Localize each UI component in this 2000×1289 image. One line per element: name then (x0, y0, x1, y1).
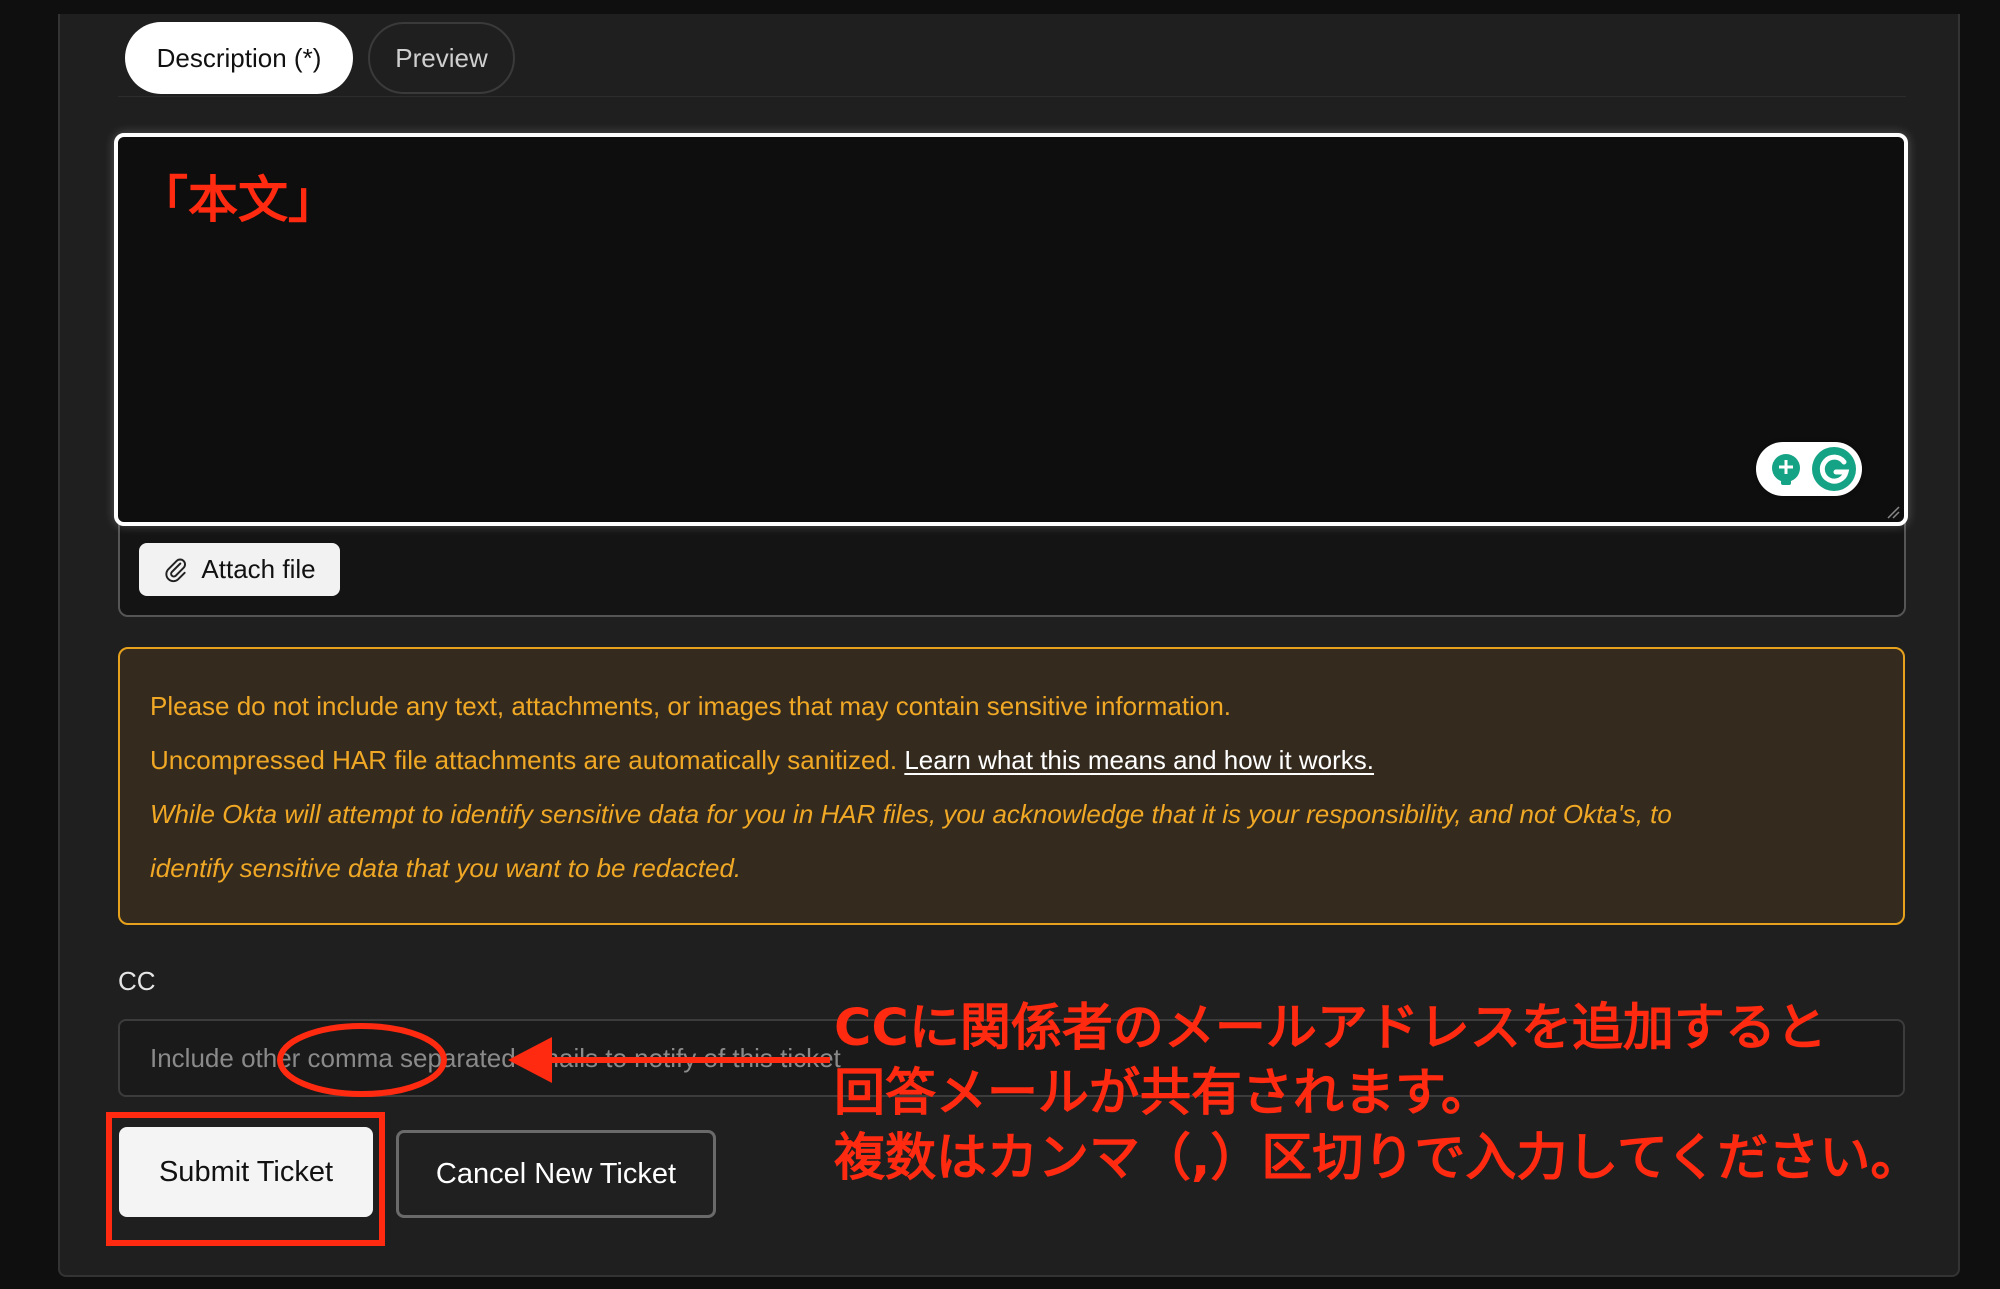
body-annotation: 「本文」 (138, 171, 338, 229)
cc-annotation: CCに関係者のメールアドレスを追加すると 回答メールが共有されます。 複数はカン… (834, 996, 1921, 1191)
warning-line: Please do not include any text, attachme… (150, 691, 1232, 721)
tab-divider (118, 96, 1906, 97)
description-textarea[interactable] (114, 133, 1908, 526)
warning-line: identify sensitive data that you want to… (150, 853, 742, 883)
resize-handle-icon[interactable] (1886, 505, 1900, 519)
cc-annotation-line: CCに関係者のメールアドレスを追加すると (834, 999, 1827, 1058)
grammarly-icon (1772, 447, 1856, 491)
grammarly-widget[interactable] (1756, 442, 1862, 496)
warning-line: Uncompressed HAR file attachments are au… (150, 745, 1374, 776)
tab-description[interactable]: Description (*) (125, 22, 353, 94)
attach-file-button[interactable]: Attach file (139, 543, 340, 596)
attach-file-label: Attach file (201, 554, 316, 584)
cc-annotation-line: 複数はカンマ（,）区切りで入力してください。 (834, 1129, 1922, 1188)
cancel-new-ticket-button[interactable]: Cancel New Ticket (396, 1130, 716, 1218)
tab-preview[interactable]: Preview (368, 22, 515, 94)
cc-annotation-line: 回答メールが共有されます。 (834, 1064, 1492, 1123)
paperclip-icon (165, 558, 187, 582)
learn-more-link[interactable]: Learn what this means and how it works. (904, 745, 1374, 775)
support-ticket-form: Description (*) Preview 「本文」 Attach file… (0, 0, 2000, 1289)
cc-label: CC (118, 966, 156, 996)
sensitive-info-warning: Please do not include any text, attachme… (118, 647, 1905, 925)
warning-line: While Okta will attempt to identify sens… (150, 799, 1672, 829)
warning-text: Uncompressed HAR file attachments are au… (150, 745, 898, 775)
submit-highlight-box (106, 1112, 385, 1246)
